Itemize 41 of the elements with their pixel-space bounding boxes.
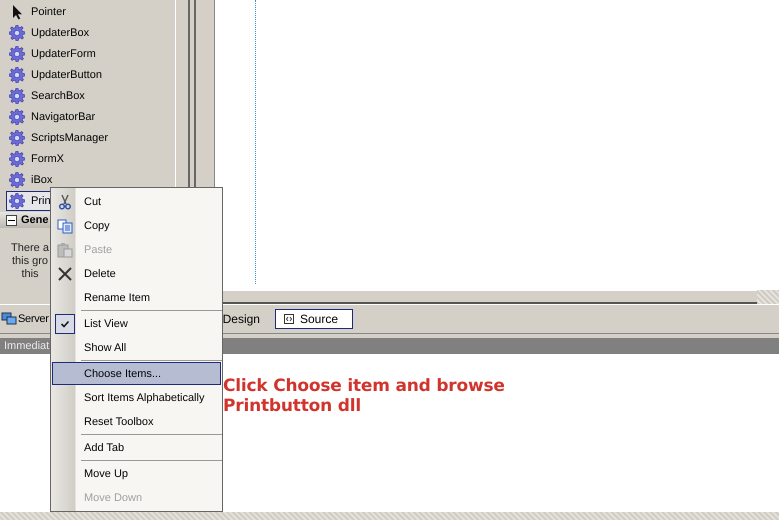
- menu-item[interactable]: Delete: [52, 262, 221, 285]
- toolbox-item[interactable]: Pointer: [6, 2, 169, 22]
- toolbox-item[interactable]: UpdaterBox: [6, 23, 169, 43]
- menu-item[interactable]: List View: [52, 312, 221, 335]
- gear-icon: [9, 46, 25, 62]
- menu-item[interactable]: Cut: [52, 190, 221, 213]
- instruction-note: Click Choose item and browse Printbutton dll: [223, 376, 505, 416]
- toolbox-item[interactable]: UpdaterButton: [6, 65, 169, 85]
- group-header[interactable]: Gene: [0, 212, 50, 228]
- scrollbar-corner: [757, 290, 779, 304]
- toolbox-item[interactable]: ScriptsManager: [6, 128, 169, 148]
- paste-icon: [57, 242, 73, 258]
- gear-icon: [9, 130, 25, 146]
- toolbox-item[interactable]: NavigatorBar: [6, 107, 169, 127]
- toolbox-item[interactable]: UpdaterForm: [6, 44, 169, 64]
- menu-item[interactable]: Choose Items...: [52, 362, 221, 385]
- gear-icon: [9, 172, 25, 188]
- code-icon: [284, 314, 294, 324]
- gear-icon: [9, 88, 25, 104]
- view-tab[interactable]: Source: [274, 309, 353, 329]
- scissors-icon: [57, 194, 73, 210]
- menu-item[interactable]: Rename Item: [52, 286, 221, 309]
- gear-icon: [9, 151, 25, 167]
- menu-item[interactable]: Move Up: [52, 462, 221, 485]
- copy-icon: [57, 218, 73, 234]
- server-explorer-tab[interactable]: Server: [1, 312, 49, 326]
- delete-icon: [57, 266, 73, 282]
- toolbox-item[interactable]: SearchBox: [6, 86, 169, 106]
- toolbox-item[interactable]: FormX: [6, 149, 169, 169]
- empty-group-message: There a this gro this: [10, 242, 50, 281]
- menu-item[interactable]: Reset Toolbox: [52, 410, 221, 433]
- menu-item[interactable]: Sort Items Alphabetically: [52, 386, 221, 409]
- collapse-icon[interactable]: [6, 214, 17, 226]
- network-icon: [1, 312, 17, 326]
- menu-item[interactable]: Add Tab: [52, 436, 221, 459]
- gear-icon: [9, 109, 25, 125]
- gear-icon: [9, 67, 25, 83]
- menu-item[interactable]: Copy: [52, 214, 221, 237]
- toolbox-item[interactable]: iBox: [6, 170, 169, 190]
- gear-icon: [9, 25, 25, 41]
- gear-icon: [9, 193, 25, 209]
